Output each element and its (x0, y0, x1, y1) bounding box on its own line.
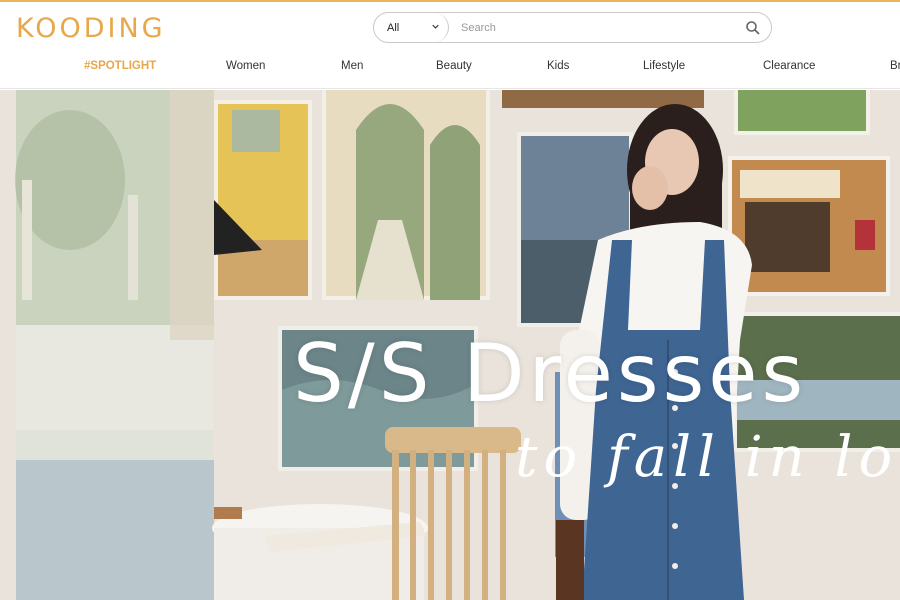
nav-item-men[interactable]: Men (341, 60, 363, 72)
nav-item-lifestyle[interactable]: Lifestyle (643, 60, 685, 72)
nav-item-clearance[interactable]: Clearance (763, 60, 815, 72)
nav-item-kids[interactable]: Kids (547, 60, 569, 72)
hero-title: S/S Dresses (293, 327, 808, 420)
hero-banner[interactable]: S/S Dresses to fall in love (0, 90, 900, 600)
nav-item-brands[interactable]: Br (890, 60, 900, 72)
main-navigation: #SPOTLIGHT Women Men Beauty Kids Lifesty… (0, 60, 900, 78)
site-header: KOODING All #SPOTLIGHT Women Men Beauty … (0, 2, 900, 89)
chevron-down-icon (432, 24, 439, 29)
search-category-select[interactable]: All (374, 13, 449, 42)
search-icon[interactable] (745, 20, 761, 36)
hero-subtitle: to fall in love (515, 425, 900, 490)
nav-item-women[interactable]: Women (226, 60, 265, 72)
brand-logo[interactable]: KOODING (16, 13, 166, 44)
nav-item-beauty[interactable]: Beauty (436, 60, 472, 72)
search-input[interactable] (461, 13, 731, 42)
search-category-label: All (387, 21, 400, 34)
search-bar: All (373, 12, 772, 43)
nav-item-spotlight[interactable]: #SPOTLIGHT (84, 60, 156, 72)
